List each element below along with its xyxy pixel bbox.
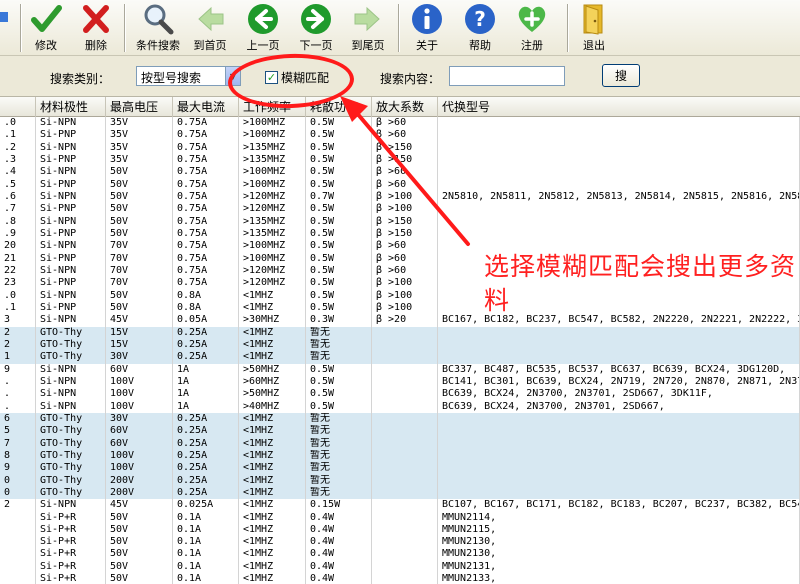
annotation-text: 选择模糊匹配会搜出更多资料 — [484, 252, 797, 315]
